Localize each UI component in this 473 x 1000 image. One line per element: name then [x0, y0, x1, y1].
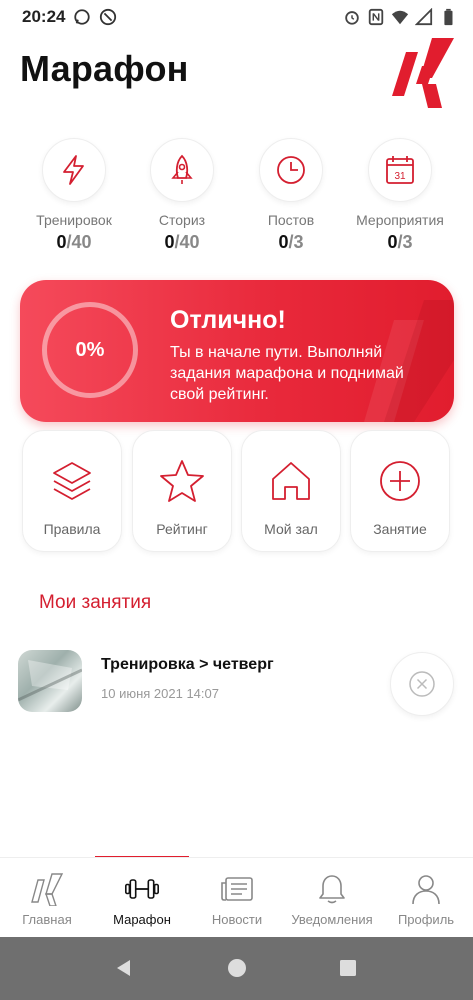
star-icon — [160, 460, 204, 502]
dumbbell-icon — [124, 879, 160, 899]
home-button[interactable] — [222, 953, 252, 983]
stat-posts[interactable]: Постов 0/3 — [233, 138, 349, 253]
stat-label: Постов — [267, 212, 315, 228]
add-session-label: Занятие — [373, 521, 427, 537]
rocket-icon — [171, 154, 193, 184]
rating-label: Рейтинг — [156, 521, 208, 537]
add-session-button[interactable]: Занятие — [350, 430, 450, 552]
stat-circle — [42, 138, 106, 202]
progress-banner[interactable]: 0% Отлично! Ты в начале пути. Выполняй з… — [20, 280, 454, 422]
calendar-icon: 31 — [386, 156, 414, 184]
stat-count: 0/40 — [56, 232, 92, 252]
progress-ring: 0% — [42, 302, 138, 398]
stat-circle — [150, 138, 214, 202]
remove-session-button[interactable] — [390, 652, 454, 716]
bottom-tabbar: Главная Марафон Новости Уведомления Проф… — [0, 857, 473, 938]
home-circle-icon — [228, 959, 246, 977]
whatsapp-icon — [74, 9, 91, 25]
tab-notifications[interactable]: Уведомления — [284, 858, 380, 938]
rules-label: Правила — [43, 521, 101, 537]
rules-button[interactable]: Правила — [22, 430, 122, 552]
tab-label: Профиль — [397, 912, 455, 927]
session-title: Тренировка > четверг — [101, 656, 274, 673]
tab-label: Уведомления — [291, 912, 373, 927]
stat-count: 0/40 — [164, 232, 200, 252]
my-gym-label: Мой зал — [264, 521, 318, 537]
app-notification-icon — [100, 8, 117, 26]
progress-percent: 0% — [75, 338, 105, 361]
rating-button[interactable]: Рейтинг — [132, 430, 232, 552]
stat-label: Мероприятия — [356, 212, 444, 228]
battery-icon — [444, 8, 453, 26]
back-icon — [117, 960, 130, 976]
close-icon — [409, 671, 435, 697]
tab-label: Главная — [22, 912, 72, 927]
stat-trainings[interactable]: Тренировок 0/40 — [16, 138, 132, 253]
session-thumbnail — [18, 650, 82, 712]
recents-icon — [340, 960, 356, 976]
wifi-icon — [391, 10, 409, 25]
banner-text: Ты в начале пути. Выполняй задания мараф… — [170, 344, 404, 403]
recents-button[interactable] — [333, 953, 363, 983]
stat-count: 0/3 — [387, 232, 413, 252]
status-bar: 20:24 — [0, 0, 473, 34]
tab-home[interactable]: Главная — [0, 858, 94, 938]
newspaper-icon — [221, 877, 253, 901]
svg-text:31: 31 — [394, 171, 406, 182]
tab-label: Марафон — [113, 912, 171, 927]
tab-label: Новости — [211, 912, 263, 927]
session-date: 10 июня 2021 14:07 — [101, 686, 219, 701]
signal-icon — [415, 8, 433, 26]
lightning-icon — [63, 155, 84, 185]
alarm-icon — [345, 11, 359, 25]
layers-icon — [53, 462, 91, 500]
status-time: 20:24 — [22, 7, 66, 26]
brand-logo[interactable] — [392, 38, 454, 108]
bell-icon — [319, 875, 345, 904]
stat-label: Сториз — [158, 212, 206, 228]
my-gym-button[interactable]: Мой зал — [241, 430, 341, 552]
stat-circle — [259, 138, 323, 202]
system-navbar — [0, 937, 473, 1000]
nfc-icon — [368, 8, 384, 26]
logo-icon — [31, 873, 64, 906]
clock-icon — [277, 156, 305, 184]
stat-stories[interactable]: Сториз 0/40 — [124, 138, 240, 253]
page-title: Марафон — [20, 48, 189, 89]
stat-circle: 31 — [368, 138, 432, 202]
plus-circle-icon — [380, 461, 420, 501]
section-title-my-sessions: Мои занятия — [39, 592, 152, 613]
home-icon — [272, 462, 310, 500]
tab-marathon[interactable]: Марафон — [95, 858, 189, 938]
back-button[interactable] — [109, 953, 139, 983]
stats-row: Тренировок 0/40 Сториз 0/40 Постов 0/3 3… — [0, 138, 473, 258]
session-item[interactable]: Тренировка > четверг 10 июня 2021 14:07 — [18, 648, 455, 718]
stat-events[interactable]: 31 Мероприятия 0/3 — [342, 138, 458, 253]
stat-label: Тренировок — [36, 212, 112, 228]
tab-news[interactable]: Новости — [190, 858, 284, 938]
user-icon — [412, 875, 440, 905]
quick-actions: Правила Рейтинг Мой зал Занятие — [22, 430, 452, 554]
tab-profile[interactable]: Профиль — [379, 858, 473, 938]
banner-title: Отлично! — [170, 306, 286, 334]
stat-count: 0/3 — [278, 232, 304, 252]
